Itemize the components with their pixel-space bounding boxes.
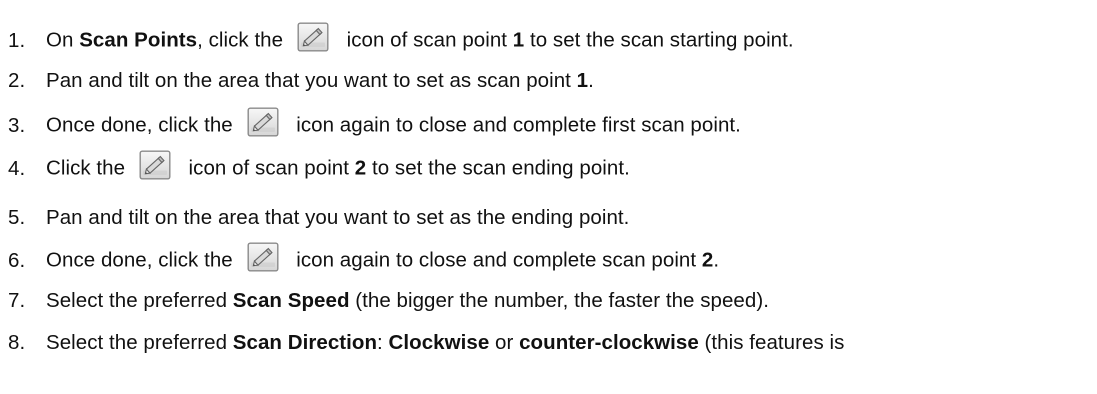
step-text-run: Pan and tilt on the area that you want t… [46, 69, 577, 92]
step-emphasis: Scan Direction [232, 331, 378, 354]
step-text-run: . [588, 69, 594, 92]
step-emphasis: Scan Points [79, 28, 198, 52]
step-text-run: , click the [197, 28, 289, 52]
step-text: On Scan Points, click the icon of scan p… [46, 22, 794, 56]
step-7: 7. Select the preferred Scan Speed (the … [0, 281, 1097, 321]
step-text: Click the icon of scan point 2 to set th… [46, 150, 630, 184]
step-text-run: icon again to close and complete scan po… [290, 248, 702, 272]
step-emphasis: Clockwise [388, 331, 490, 354]
step-text: Select the preferred Scan Direction: Clo… [46, 331, 844, 355]
step-text: Once done, click the icon again to close… [46, 107, 741, 141]
edit-pencil-icon[interactable] [139, 150, 171, 180]
step-text-run: (this features is [698, 331, 845, 354]
step-text-run: to set the scan ending point. [366, 156, 630, 180]
edit-pencil-icon[interactable] [297, 22, 329, 52]
edit-pencil-icon[interactable] [247, 242, 279, 272]
step-number: 5. [8, 206, 26, 229]
instruction-steps-list: 1. On Scan Points, click the icon of sca… [0, 0, 1097, 394]
step-text-run: Select the preferred [46, 331, 233, 354]
step-text-run: or [489, 331, 520, 354]
step-text-run: Once done, click the [46, 113, 239, 137]
step-5: 5. Pan and tilt on the area that you wan… [0, 198, 1097, 238]
step-emphasis: 1 [576, 69, 589, 92]
step-8: 8. Select the preferred Scan Direction: … [0, 323, 1097, 363]
step-emphasis: counter-clockwise [519, 331, 699, 354]
step-text-run: icon of scan point [182, 156, 355, 180]
step-emphasis: 1 [512, 28, 525, 52]
step-text: Select the preferred Scan Speed (the big… [46, 289, 769, 313]
step-text: Pan and tilt on the area that you want t… [46, 206, 629, 230]
step-number: 7. [8, 289, 26, 312]
step-text: Pan and tilt on the area that you want t… [46, 69, 594, 93]
step-text: Once done, click the icon again to close… [46, 242, 720, 276]
step-number: 8. [8, 331, 26, 354]
step-number: 3. [8, 114, 26, 137]
step-text-run: Once done, click the [46, 248, 239, 272]
step-number: 6. [8, 249, 26, 272]
step-text-run: On [46, 28, 80, 52]
step-text-run: (the bigger the number, the faster the s… [349, 289, 769, 312]
step-1: 1. On Scan Points, click the icon of sca… [0, 21, 1097, 61]
step-4: 4. Click the icon of scan point 2 to set… [0, 149, 1097, 189]
step-text-run: Click the [46, 156, 131, 180]
step-emphasis: 2 [354, 156, 367, 180]
step-number: 2. [8, 69, 26, 92]
step-emphasis: Scan Speed [232, 289, 350, 312]
step-text-run: to set the scan starting point. [524, 28, 794, 52]
step-text-run: icon again to close and complete first s… [290, 113, 741, 137]
step-text-run: Select the preferred [46, 289, 233, 312]
step-text-run: icon of scan point [340, 28, 513, 52]
step-2: 2. Pan and tilt on the area that you wan… [0, 61, 1097, 101]
step-6: 6. Once done, click the icon again to cl… [0, 241, 1097, 281]
step-number: 4. [8, 157, 26, 180]
step-text-run: Pan and tilt on the area that you want t… [46, 206, 630, 229]
edit-pencil-icon[interactable] [247, 107, 279, 137]
step-emphasis: 2 [701, 248, 714, 272]
step-number: 1. [8, 29, 26, 52]
step-3: 3. Once done, click the icon again to cl… [0, 106, 1097, 146]
step-text-run: . [713, 248, 720, 272]
step-text-run: : [377, 331, 389, 354]
